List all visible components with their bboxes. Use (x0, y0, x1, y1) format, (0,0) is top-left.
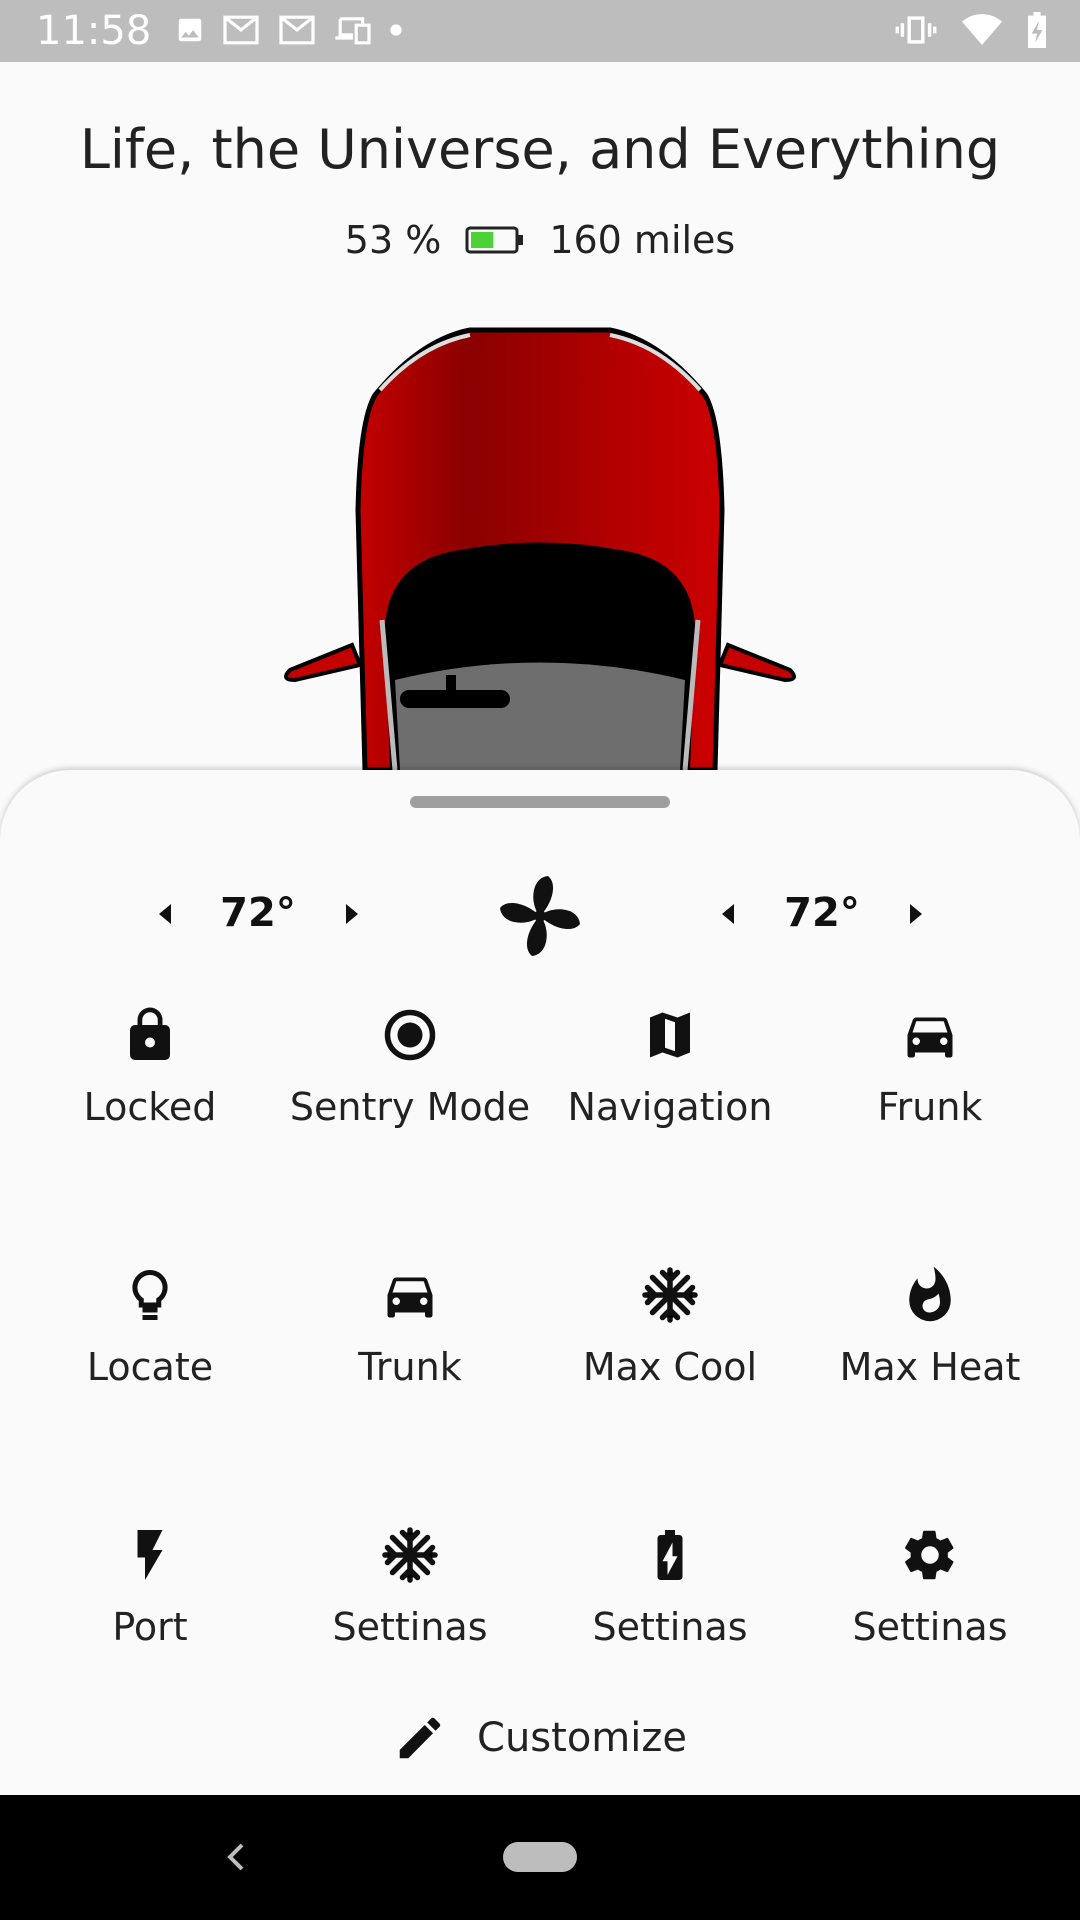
driver-temp: 72° (220, 890, 296, 936)
action-settings[interactable]: Settinas (795, 1525, 1065, 1725)
passenger-temp-increase-icon[interactable] (896, 894, 936, 934)
battery-range: 160 miles (549, 218, 736, 262)
action-label: Frunk (877, 1085, 983, 1129)
battery-percent: 53 % (344, 218, 442, 262)
vehicle-name: Life, the Universe, and Everything (79, 118, 1001, 181)
snowflake-icon (382, 1527, 438, 1583)
gmail-icon (223, 15, 259, 45)
action-max-cool[interactable]: Max Cool (535, 1265, 805, 1465)
car-icon (907, 1017, 953, 1058)
pencil-icon (399, 1717, 441, 1759)
action-port[interactable]: Port (15, 1525, 285, 1725)
action-max-heat[interactable]: Max Heat (795, 1265, 1065, 1465)
gear-icon (905, 1530, 954, 1580)
fan-icon[interactable] (490, 866, 590, 966)
passenger-temp-decrease-icon[interactable] (708, 894, 748, 934)
action-locate[interactable]: Locate (15, 1265, 285, 1465)
devices-icon (335, 17, 371, 45)
action-sentry-mode[interactable]: Sentry Mode (275, 1005, 545, 1205)
status-bar: 11:58 (0, 0, 1080, 62)
action-label: Settinas (592, 1605, 748, 1649)
lightbulb-icon (132, 1269, 168, 1320)
action-label: Navigation (567, 1085, 773, 1129)
lightning-icon (137, 1530, 163, 1580)
radio-target-icon (384, 1009, 436, 1061)
customize-button[interactable]: Customize (0, 1708, 1080, 1768)
battery-status: 53 % 160 miles (0, 212, 1080, 268)
action-label: Locate (86, 1345, 214, 1389)
action-settings-charging[interactable]: Settinas (535, 1525, 805, 1725)
action-label: Settinas (852, 1605, 1008, 1649)
action-label: Locked (83, 1085, 217, 1129)
action-label: Max Heat (839, 1345, 1021, 1389)
home-button[interactable] (503, 1842, 577, 1872)
driver-temp-increase-icon[interactable] (332, 894, 372, 934)
wifi-icon (962, 14, 1002, 45)
driver-temp-decrease-icon[interactable] (145, 894, 185, 934)
action-navigation[interactable]: Navigation (535, 1005, 805, 1205)
bottom-sheet: 72° 72° Locked Sentry Mode Navigation Fr… (0, 770, 1080, 1795)
lock-icon (130, 1007, 170, 1060)
battery-charging-icon (1028, 12, 1046, 48)
map-icon (650, 1012, 690, 1058)
action-settings-climate[interactable]: Settinas (275, 1525, 545, 1725)
car-illustration (284, 327, 796, 770)
image-icon (178, 18, 202, 42)
vibrate-icon (895, 16, 937, 44)
action-frunk[interactable]: Frunk (795, 1005, 1065, 1205)
snowflake-icon (642, 1267, 698, 1323)
status-time: 11:58 (36, 8, 152, 54)
battery-icon (465, 226, 524, 254)
action-trunk[interactable]: Trunk (275, 1265, 545, 1465)
climate-controls: 72° 72° (0, 860, 1080, 980)
sheet-drag-handle[interactable] (410, 796, 670, 808)
action-label: Port (112, 1605, 188, 1649)
action-label: Trunk (358, 1345, 462, 1389)
customize-label: Customize (477, 1715, 687, 1761)
navigation-bar (0, 1795, 1080, 1920)
action-label: Sentry Mode (289, 1085, 531, 1129)
action-label: Settinas (332, 1605, 488, 1649)
action-label: Max Cool (582, 1345, 758, 1389)
gmail-icon (279, 15, 315, 45)
battery-charging-icon (657, 1530, 683, 1580)
passenger-temp: 72° (784, 890, 860, 936)
back-icon[interactable] (220, 1837, 250, 1877)
car-icon (387, 1277, 433, 1318)
dot-icon (390, 24, 402, 36)
fire-icon (909, 1266, 951, 1322)
action-locked[interactable]: Locked (15, 1005, 285, 1205)
